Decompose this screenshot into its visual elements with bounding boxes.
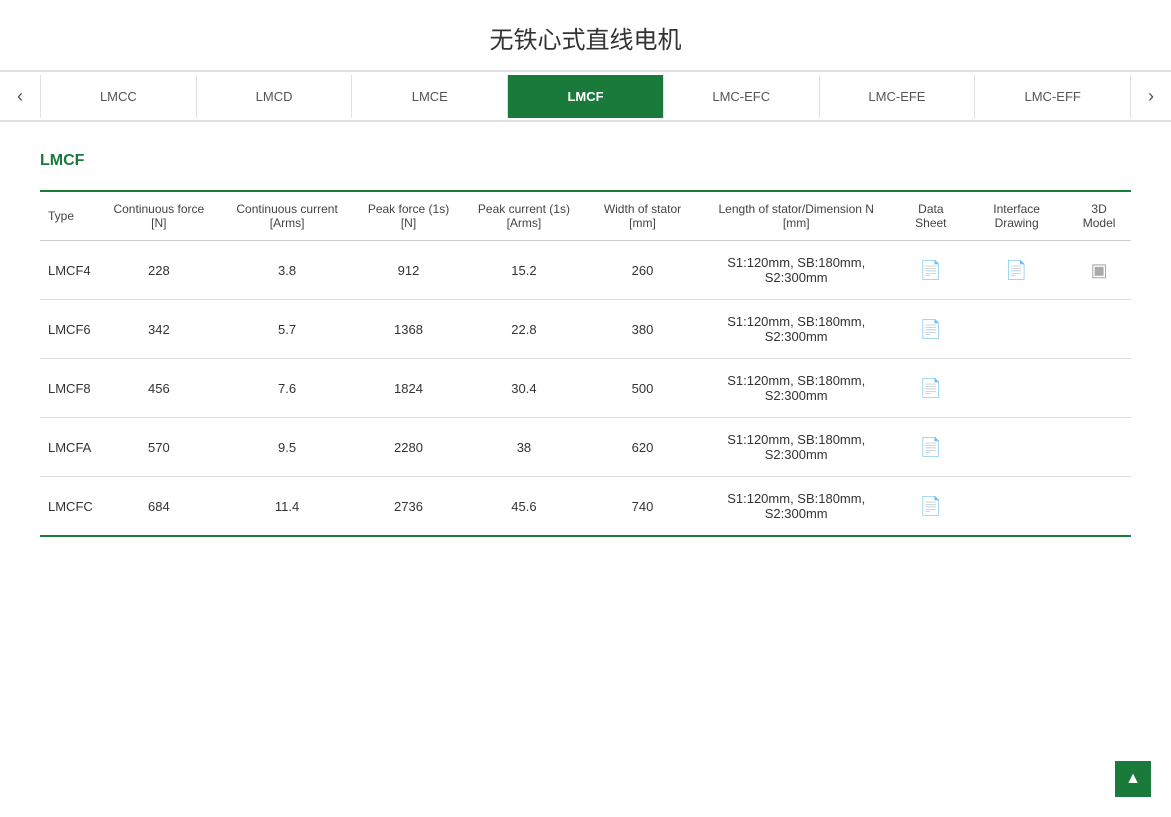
data-table: Type Continuous force [N] Continuous cur…	[40, 190, 1131, 537]
3d-model-icon[interactable]: ▣	[1091, 260, 1108, 281]
tab-LMCE[interactable]: LMCE	[352, 75, 508, 118]
col-header-peak-force: Peak force (1s) [N]	[357, 191, 459, 241]
cell-3d-model	[1067, 300, 1131, 359]
cell-width-stator: 620	[588, 418, 697, 477]
section-title: LMCF	[40, 152, 1131, 170]
cell-peak-force: 912	[357, 241, 459, 300]
cell-interface-drawing	[966, 477, 1067, 537]
col-header-data-sheet: Data Sheet	[896, 191, 967, 241]
col-header-cont-current: Continuous current [Arms]	[217, 191, 357, 241]
cell-peak-current: 45.6	[460, 477, 588, 537]
cell-type: LMCF8	[40, 359, 101, 418]
cell-cont-current: 5.7	[217, 300, 357, 359]
col-header-length-stator: Length of stator/Dimension N [mm]	[697, 191, 896, 241]
cell-cont-current: 11.4	[217, 477, 357, 537]
pdf-icon[interactable]: 📄	[920, 260, 942, 281]
cell-cont-current: 9.5	[217, 418, 357, 477]
tab-LMC-EFE[interactable]: LMC-EFE	[820, 75, 976, 118]
cell-type: LMCFA	[40, 418, 101, 477]
col-header-cont-force: Continuous force [N]	[101, 191, 217, 241]
cell-peak-force: 2280	[357, 418, 459, 477]
cell-cont-force: 342	[101, 300, 217, 359]
cell-width-stator: 380	[588, 300, 697, 359]
cell-width-stator: 740	[588, 477, 697, 537]
table-row: LMCFA 570 9.5 2280 38 620 S1:120mm, SB:1…	[40, 418, 1131, 477]
col-header-type: Type	[40, 191, 101, 241]
cell-data-sheet[interactable]: 📄	[896, 241, 967, 300]
tab-LMC-EFF[interactable]: LMC-EFF	[975, 75, 1131, 118]
pdf-icon[interactable]: 📄	[920, 319, 942, 340]
cell-data-sheet[interactable]: 📄	[896, 477, 967, 537]
pdf-icon[interactable]: 📄	[920, 496, 942, 517]
cell-cont-force: 456	[101, 359, 217, 418]
cell-type: LMCFC	[40, 477, 101, 537]
col-header-interface-drawing: Interface Drawing	[966, 191, 1067, 241]
col-header-3d-model: 3D Model	[1067, 191, 1131, 241]
cell-3d-model[interactable]: ▣	[1067, 241, 1131, 300]
cell-length-stator: S1:120mm, SB:180mm, S2:300mm	[697, 477, 896, 537]
cell-length-stator: S1:120mm, SB:180mm, S2:300mm	[697, 241, 896, 300]
cell-interface-drawing[interactable]: 📄	[966, 241, 1067, 300]
cell-interface-drawing	[966, 418, 1067, 477]
pdf-icon[interactable]: 📄	[920, 378, 942, 399]
cell-3d-model	[1067, 418, 1131, 477]
tab-items: LMCC LMCD LMCE LMCF LMC-EFC LMC-EFE LMC-…	[40, 75, 1131, 118]
cell-type: LMCF6	[40, 300, 101, 359]
scroll-top-button[interactable]: ▲	[1115, 761, 1151, 797]
cell-cont-force: 684	[101, 477, 217, 537]
content-area: LMCF Type Continuous force [N] Continuou…	[0, 122, 1171, 577]
cell-data-sheet[interactable]: 📄	[896, 300, 967, 359]
cell-cont-force: 228	[101, 241, 217, 300]
tab-LMCD[interactable]: LMCD	[197, 75, 353, 118]
page-title: 无铁心式直线电机	[0, 0, 1171, 70]
cell-width-stator: 260	[588, 241, 697, 300]
cell-length-stator: S1:120mm, SB:180mm, S2:300mm	[697, 300, 896, 359]
pdf-icon[interactable]: 📄	[1005, 260, 1027, 281]
cell-type: LMCF4	[40, 241, 101, 300]
cell-peak-force: 1368	[357, 300, 459, 359]
tab-LMC-EFC[interactable]: LMC-EFC	[664, 75, 820, 118]
cell-3d-model	[1067, 477, 1131, 537]
cell-peak-force: 2736	[357, 477, 459, 537]
cell-3d-model	[1067, 359, 1131, 418]
cell-peak-force: 1824	[357, 359, 459, 418]
cell-cont-force: 570	[101, 418, 217, 477]
cell-peak-current: 30.4	[460, 359, 588, 418]
col-header-width-stator: Width of stator [mm]	[588, 191, 697, 241]
cell-length-stator: S1:120mm, SB:180mm, S2:300mm	[697, 418, 896, 477]
cell-cont-current: 7.6	[217, 359, 357, 418]
cell-cont-current: 3.8	[217, 241, 357, 300]
cell-interface-drawing	[966, 300, 1067, 359]
pdf-icon[interactable]: 📄	[920, 437, 942, 458]
table-row: LMCF8 456 7.6 1824 30.4 500 S1:120mm, SB…	[40, 359, 1131, 418]
cell-interface-drawing	[966, 359, 1067, 418]
cell-peak-current: 15.2	[460, 241, 588, 300]
cell-data-sheet[interactable]: 📄	[896, 418, 967, 477]
tab-LMCF[interactable]: LMCF	[508, 75, 664, 118]
prev-tab-arrow[interactable]: ‹	[0, 72, 40, 120]
tab-LMCC[interactable]: LMCC	[40, 75, 197, 118]
cell-length-stator: S1:120mm, SB:180mm, S2:300mm	[697, 359, 896, 418]
cell-peak-current: 22.8	[460, 300, 588, 359]
table-row: LMCF6 342 5.7 1368 22.8 380 S1:120mm, SB…	[40, 300, 1131, 359]
cell-peak-current: 38	[460, 418, 588, 477]
cell-data-sheet[interactable]: 📄	[896, 359, 967, 418]
col-header-peak-current: Peak current (1s) [Arms]	[460, 191, 588, 241]
table-row: LMCF4 228 3.8 912 15.2 260 S1:120mm, SB:…	[40, 241, 1131, 300]
next-tab-arrow[interactable]: ›	[1131, 72, 1171, 120]
table-row: LMCFC 684 11.4 2736 45.6 740 S1:120mm, S…	[40, 477, 1131, 537]
cell-width-stator: 500	[588, 359, 697, 418]
tab-navigation: ‹ LMCC LMCD LMCE LMCF LMC-EFC LMC-EFE LM…	[0, 70, 1171, 122]
